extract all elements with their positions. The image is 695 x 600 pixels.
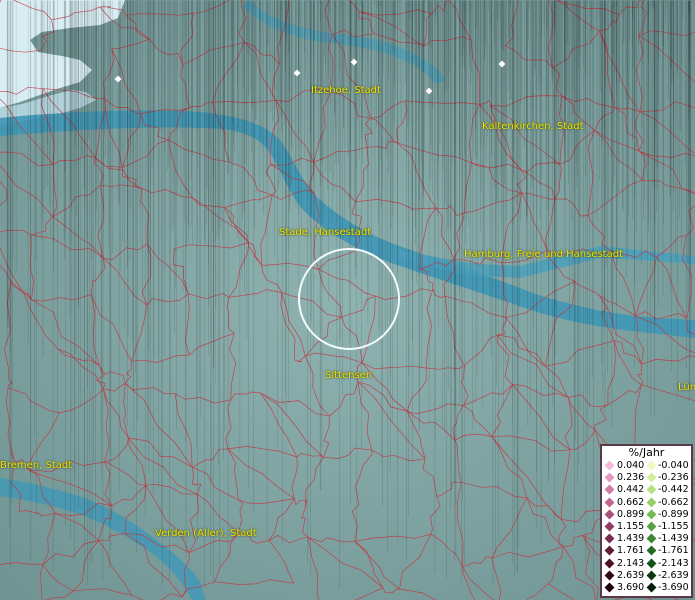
- legend-swatch-negative: [646, 497, 657, 508]
- legend-swatch-positive: [604, 509, 615, 520]
- legend-value-positive: 2.639: [617, 569, 645, 581]
- legend: %/Jahr 0.040 -0.040 0.236 -0.236 0.442 -0.442…: [600, 444, 693, 598]
- legend-swatch-positive: [604, 558, 615, 569]
- legend-swatch-negative: [646, 582, 657, 593]
- city-label-verden: Verden (Aller), Stadt: [155, 528, 257, 539]
- legend-value-positive: 3.690: [617, 582, 645, 593]
- legend-value-negative: -0.236: [658, 472, 689, 484]
- legend-value-positive: 0.442: [617, 484, 645, 496]
- legend-value-negative: -0.662: [658, 496, 689, 508]
- legend-value-positive: 1.155: [617, 521, 645, 532]
- legend-row: 0.442 -0.442: [602, 484, 691, 495]
- legend-row: 2.639 -2.639: [602, 570, 691, 581]
- city-label-itzehoe: Itzehoe, Stadt: [311, 85, 381, 96]
- legend-title: %/Jahr: [628, 446, 665, 459]
- legend-swatch-positive: [604, 545, 615, 556]
- legend-value-negative: -2.143: [658, 557, 689, 569]
- legend-swatch-positive: [604, 460, 615, 471]
- legend-value-positive: 0.899: [617, 508, 645, 520]
- legend-swatch-positive: [604, 582, 615, 593]
- legend-value-negative: -1.761: [658, 545, 689, 557]
- legend-swatch-positive: [604, 521, 615, 532]
- legend-row: 1.761 -1.761: [602, 545, 691, 556]
- city-label-kaltenkirchen: Kaltenkirchen, Stadt: [482, 121, 584, 132]
- legend-value-negative: -0.442: [658, 484, 689, 496]
- legend-swatch-negative: [646, 533, 657, 544]
- legend-value-negative: -1.155: [658, 521, 689, 532]
- legend-swatch-negative: [646, 570, 657, 581]
- legend-row: 0.236 -0.236: [602, 472, 691, 483]
- legend-row: 1.439 -1.439: [602, 533, 691, 544]
- city-label-lueneburg: Lün: [678, 382, 695, 393]
- legend-swatch-negative: [646, 545, 657, 556]
- legend-swatch-negative: [646, 509, 657, 520]
- legend-swatch-positive: [604, 533, 615, 544]
- legend-value-positive: 2.143: [617, 557, 645, 569]
- legend-swatch-positive: [604, 484, 615, 495]
- legend-value-negative: -3.690: [658, 582, 689, 593]
- legend-value-negative: -0.899: [658, 508, 689, 520]
- legend-swatch-negative: [646, 558, 657, 569]
- legend-swatch-positive: [604, 472, 615, 483]
- legend-value-positive: 0.662: [617, 496, 645, 508]
- city-label-sittensen: Sittensen: [325, 370, 373, 381]
- legend-swatch-negative: [646, 484, 657, 495]
- legend-value-positive: 0.040: [617, 460, 645, 471]
- legend-swatch-negative: [646, 521, 657, 532]
- legend-value-negative: -2.639: [658, 569, 689, 581]
- legend-row: 1.155 -1.155: [602, 521, 691, 532]
- legend-row: 0.899 -0.899: [602, 509, 691, 520]
- legend-value-positive: 0.236: [617, 472, 645, 484]
- city-label-bremen: Bremen, Stadt: [0, 460, 73, 471]
- legend-value-positive: 1.439: [617, 533, 645, 545]
- legend-row: 2.143 -2.143: [602, 558, 691, 569]
- legend-swatch-negative: [646, 472, 657, 483]
- legend-row: 0.662 -0.662: [602, 497, 691, 508]
- legend-swatch-positive: [604, 570, 615, 581]
- legend-swatch-negative: [646, 460, 657, 471]
- legend-row: 0.040 -0.040: [602, 460, 691, 471]
- city-label-hamburg: Hamburg, Freie und Hansestadt: [464, 249, 623, 260]
- legend-value-negative: -1.439: [658, 533, 689, 545]
- legend-value-negative: -0.040: [658, 460, 689, 471]
- legend-swatch-positive: [604, 497, 615, 508]
- city-label-stade: Stade, Hansestadt: [279, 227, 372, 238]
- legend-value-positive: 1.761: [617, 545, 645, 557]
- legend-row: 3.690 -3.690: [602, 582, 691, 593]
